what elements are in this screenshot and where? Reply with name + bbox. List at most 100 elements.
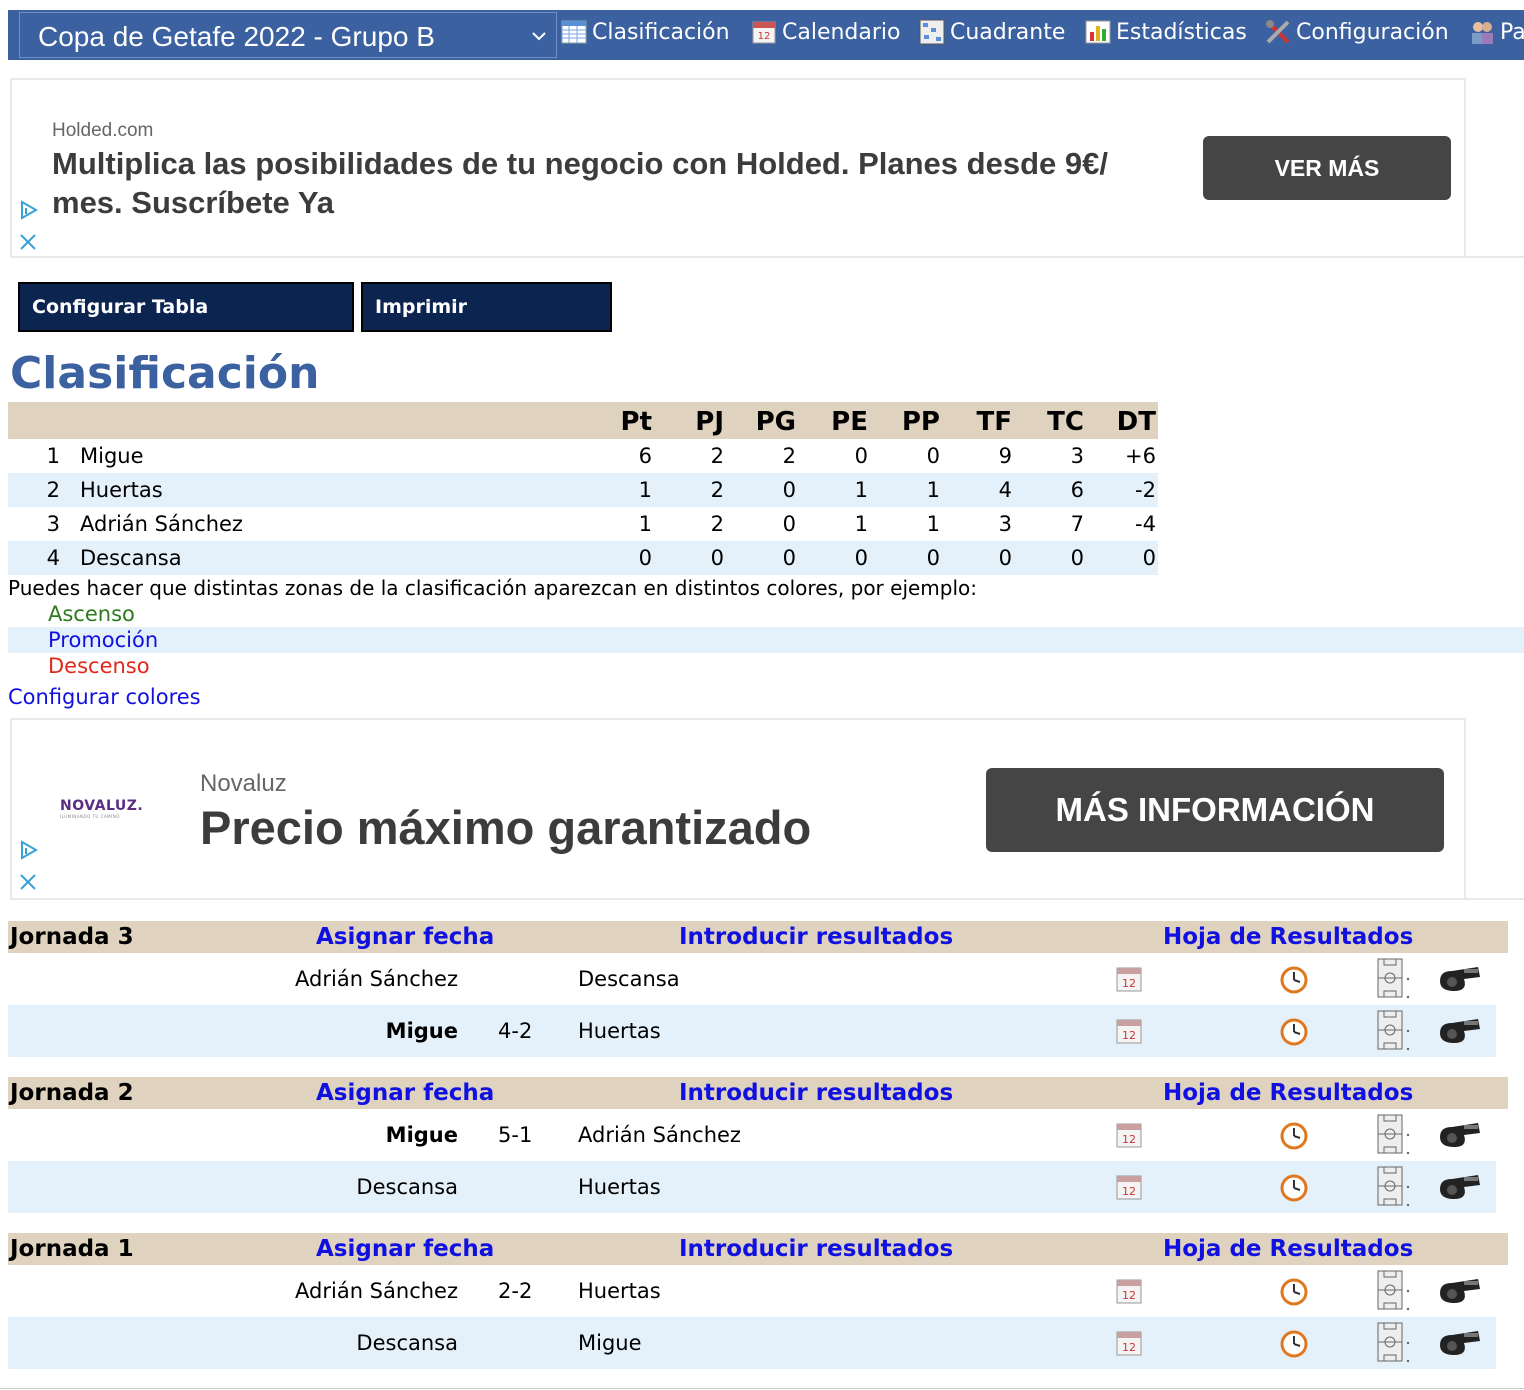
nav-item-clasificacion[interactable]: Clasificación — [560, 18, 730, 52]
whistle-icon[interactable] — [1434, 1013, 1484, 1047]
ad-cta-button[interactable]: VER MÁS — [1203, 136, 1451, 200]
home-team[interactable]: Migue — [386, 1109, 458, 1161]
away-team[interactable]: Adrián Sánchez — [578, 1109, 741, 1161]
ad-headline[interactable]: Precio máximo garantizado — [200, 800, 811, 855]
away-team[interactable]: Huertas — [578, 1265, 661, 1317]
svg-text:12: 12 — [1122, 977, 1136, 990]
close-icon[interactable] — [16, 870, 40, 894]
assign-date-link[interactable]: Asignar fecha — [316, 921, 494, 953]
calendar-icon[interactable]: 12 — [1114, 1276, 1144, 1306]
results-sheet-link[interactable]: Hoja de Resultados — [1163, 1233, 1413, 1265]
stat-cell: 0 — [710, 546, 724, 570]
results-sheet-link[interactable]: Hoja de Resultados — [1163, 921, 1413, 953]
lineup-field-icon[interactable] — [1374, 1269, 1412, 1311]
competition-select[interactable]: Copa de Getafe 2022 - Grupo B — [19, 12, 557, 58]
calendar-icon[interactable]: 12 — [1114, 1172, 1144, 1202]
round-title: Jornada 1 — [10, 1236, 134, 1262]
round-title: Jornada 2 — [10, 1080, 134, 1106]
stat-cell: 0 — [782, 478, 796, 502]
adchoices-icon[interactable] — [16, 838, 40, 862]
team-name[interactable]: Huertas — [80, 473, 163, 507]
whistle-icon[interactable] — [1434, 1273, 1484, 1307]
assign-date-link[interactable]: Asignar fecha — [316, 1233, 494, 1265]
stat-cell: 4 — [998, 478, 1012, 502]
svg-text:12: 12 — [1122, 1289, 1136, 1302]
nav-item-configuracion[interactable]: Configuración — [1264, 18, 1449, 52]
clock-icon[interactable] — [1278, 1171, 1310, 1203]
stat-cell: 2 — [710, 512, 724, 536]
match-row: Adrián Sánchez 2-2 Huertas 12 — [8, 1265, 1496, 1317]
chevron-down-icon — [532, 32, 546, 41]
logo-tagline: ILUMINANDO TU CAMINO — [60, 814, 120, 819]
stat-cell: 6 — [638, 444, 652, 468]
close-icon[interactable] — [16, 230, 40, 254]
nav-item-estadisticas[interactable]: Estadísticas — [1084, 18, 1247, 52]
clock-icon[interactable] — [1278, 1275, 1310, 1307]
novaluz-logo[interactable]: NOVALUZ. ILUMINANDO TU CAMINO — [60, 798, 150, 828]
svg-text:12: 12 — [1122, 1185, 1136, 1198]
lineup-field-icon[interactable] — [1374, 1009, 1412, 1051]
away-team[interactable]: Huertas — [578, 1005, 661, 1057]
lineup-field-icon[interactable] — [1374, 1113, 1412, 1155]
enter-results-link[interactable]: Introducir resultados — [679, 1233, 953, 1265]
calendar-icon[interactable]: 12 — [1114, 1016, 1144, 1046]
nav-item-calendario[interactable]: 12 Calendario — [750, 18, 901, 52]
match-score[interactable]: 5-1 — [498, 1109, 532, 1161]
away-team[interactable]: Descansa — [578, 953, 680, 1005]
grid-icon — [919, 19, 945, 45]
ad-headline[interactable]: Multiplica las posibilidades de tu negoc… — [52, 144, 1132, 222]
calendar-icon[interactable]: 12 — [1114, 1120, 1144, 1150]
whistle-icon[interactable] — [1434, 1169, 1484, 1203]
lineup-field-icon[interactable] — [1374, 1321, 1412, 1363]
team-name[interactable]: Descansa — [80, 541, 182, 575]
stat-cell: 0 — [998, 546, 1012, 570]
col-header: TC — [1047, 407, 1084, 437]
configure-table-button[interactable]: Configurar Tabla Clasificación — [18, 282, 354, 364]
nav-item-participantes[interactable]: Pa — [1468, 18, 1524, 52]
zone-descenso: Descenso — [48, 654, 150, 678]
enter-results-link[interactable]: Introducir resultados — [679, 1077, 953, 1109]
team-name[interactable]: Adrián Sánchez — [80, 507, 243, 541]
calendar-icon[interactable]: 12 — [1114, 1328, 1144, 1358]
standings-header: Pt PJ PG PE PP TF TC DT — [8, 402, 1158, 439]
stat-cell: 1 — [926, 478, 940, 502]
whistle-icon[interactable] — [1434, 961, 1484, 995]
home-team[interactable]: Migue — [386, 1005, 458, 1057]
nav-item-cuadrante[interactable]: Cuadrante — [918, 18, 1065, 52]
assign-date-link[interactable]: Asignar fecha — [316, 1077, 494, 1109]
calendar-icon[interactable]: 12 — [1114, 964, 1144, 994]
stat-cell: 2 — [710, 444, 724, 468]
away-team[interactable]: Huertas — [578, 1161, 661, 1213]
clock-icon[interactable] — [1278, 963, 1310, 995]
configure-colors-link[interactable]: Configurar colores — [8, 685, 201, 709]
round-block: Jornada 1 Asignar fecha Introducir resulta… — [8, 1233, 1508, 1369]
home-team[interactable]: Adrián Sánchez — [295, 1265, 458, 1317]
match-score[interactable]: 4-2 — [498, 1005, 532, 1057]
ad-cta-button[interactable]: MÁS INFORMACIÓN — [986, 768, 1444, 852]
ad-banner-holded[interactable]: Holded.com Multiplica las posibilidades … — [10, 78, 1466, 258]
logo-text: NOVALUZ. — [60, 798, 144, 814]
competition-select-label: Copa de Getafe 2022 - Grupo B — [38, 21, 435, 52]
stat-cell: 3 — [998, 512, 1012, 536]
home-team[interactable]: Descansa — [356, 1161, 458, 1213]
clock-icon[interactable] — [1278, 1015, 1310, 1047]
enter-results-link[interactable]: Introducir resultados — [679, 921, 953, 953]
whistle-icon[interactable] — [1434, 1117, 1484, 1151]
home-team[interactable]: Adrián Sánchez — [295, 953, 458, 1005]
home-team[interactable]: Descansa — [356, 1317, 458, 1369]
print-standings-button[interactable]: Imprimir Clasificación — [361, 282, 612, 364]
lineup-field-icon[interactable] — [1374, 957, 1412, 999]
adchoices-icon[interactable] — [16, 198, 40, 222]
clock-icon[interactable] — [1278, 1327, 1310, 1359]
stat-cell: 1 — [638, 478, 652, 502]
team-name[interactable]: Migue — [80, 439, 144, 473]
lineup-field-icon[interactable] — [1374, 1165, 1412, 1207]
stat-cell: 0 — [1142, 546, 1156, 570]
ad-banner-novaluz[interactable]: NOVALUZ. ILUMINANDO TU CAMINO Novaluz Pr… — [10, 718, 1466, 900]
results-sheet-link[interactable]: Hoja de Resultados — [1163, 1077, 1413, 1109]
col-header: PJ — [695, 407, 724, 437]
match-score[interactable]: 2-2 — [498, 1265, 532, 1317]
clock-icon[interactable] — [1278, 1119, 1310, 1151]
whistle-icon[interactable] — [1434, 1325, 1484, 1359]
away-team[interactable]: Migue — [578, 1317, 642, 1369]
